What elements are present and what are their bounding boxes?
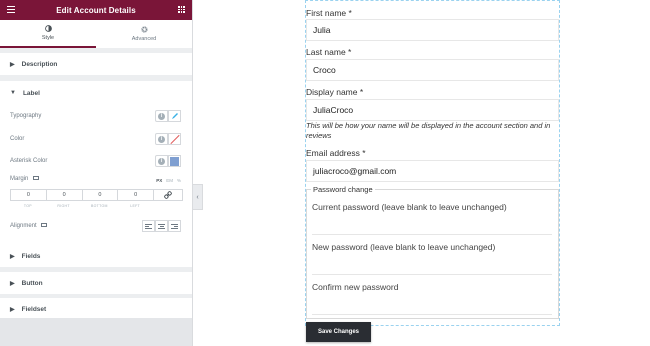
chevron-left-icon: ‹	[196, 193, 199, 201]
alignment-label: Alignment	[10, 223, 48, 229]
align-center-icon	[158, 223, 165, 229]
global-color-button[interactable]: i	[155, 133, 168, 145]
email-label: Email address *	[306, 148, 366, 158]
editor-panel: Edit Account Details Style Advanced ▶ De…	[0, 0, 193, 346]
margin-right-label: RIGHT	[57, 204, 70, 208]
align-left-button[interactable]	[142, 220, 155, 232]
confirm-password-label: Confirm new password	[312, 282, 399, 292]
margin-left-label: LEFT	[130, 204, 140, 208]
globe-icon: i	[158, 112, 165, 120]
typography-label: Typography	[10, 113, 42, 119]
section-button[interactable]: ▶ Button	[0, 272, 192, 294]
hamburger-menu-icon[interactable]	[7, 6, 15, 13]
confirm-password-input[interactable]	[312, 314, 552, 315]
edit-typography-button[interactable]	[168, 110, 181, 122]
gear-icon	[140, 26, 148, 33]
display-name-input[interactable]: JuliaCroco	[306, 99, 559, 121]
globe-icon: i	[158, 135, 165, 143]
unit-percent[interactable]: %	[177, 178, 181, 183]
password-legend: Password change	[311, 185, 375, 194]
save-changes-button[interactable]: Save Changes	[306, 322, 371, 342]
tab-style[interactable]: Style	[0, 20, 96, 48]
margin-inputs: 0 0 0 0	[10, 189, 183, 201]
align-right-button[interactable]	[168, 220, 181, 232]
first-name-input[interactable]: Julia	[306, 19, 559, 41]
new-password-input[interactable]	[312, 274, 552, 275]
color-picker-button[interactable]	[168, 133, 181, 145]
color-label: Color	[10, 136, 25, 142]
section-description-label: Description	[21, 60, 58, 68]
margin-label: Margin	[10, 176, 40, 182]
alignment-label-text: Alignment	[10, 223, 37, 229]
caret-right-icon: ▶	[10, 61, 15, 68]
section-fields-label: Fields	[21, 252, 41, 260]
globe-icon: i	[158, 157, 165, 165]
current-password-label: Current password (leave blank to leave u…	[312, 202, 507, 212]
unit-em[interactable]: EM	[166, 178, 173, 183]
align-left-icon	[145, 223, 152, 229]
margin-label-text: Margin	[10, 176, 29, 182]
typography-controls: i	[155, 110, 181, 122]
asterisk-color-picker-button[interactable]	[168, 155, 181, 167]
global-asterisk-color-button[interactable]: i	[155, 155, 168, 167]
align-center-button[interactable]	[155, 220, 168, 232]
widgets-grid-icon[interactable]	[178, 6, 185, 13]
global-typography-button[interactable]: i	[155, 110, 168, 122]
desktop-icon[interactable]	[33, 176, 40, 181]
display-name-label: Display name *	[306, 87, 364, 97]
section-fieldset-label: Fieldset	[21, 305, 47, 313]
unit-px[interactable]: PX	[156, 178, 162, 183]
collapse-panel-button[interactable]: ‹	[193, 184, 203, 210]
no-color-icon	[170, 135, 179, 144]
margin-bottom-input[interactable]: 0	[81, 189, 118, 201]
link-icon	[164, 191, 172, 199]
panel-tabs: Style Advanced	[0, 20, 192, 48]
panel-footer	[0, 318, 192, 346]
alignment-controls	[142, 220, 181, 232]
margin-side-labels: TOP RIGHT BOTTOM LEFT	[10, 204, 153, 208]
pencil-icon	[171, 113, 178, 119]
margin-left-input[interactable]: 0	[117, 189, 153, 201]
caret-down-icon: ▼	[10, 90, 16, 96]
last-name-label: Last name *	[306, 47, 352, 57]
margin-right-input[interactable]: 0	[45, 189, 82, 201]
caret-right-icon: ▶	[10, 253, 15, 260]
desktop-icon[interactable]	[41, 223, 48, 228]
asterisk-color-controls: i	[155, 155, 181, 167]
tab-advanced[interactable]: Advanced	[96, 20, 192, 48]
margin-top-label: TOP	[23, 204, 32, 208]
last-name-input[interactable]: Croco	[306, 59, 559, 81]
section-fieldset[interactable]: ▶ Fieldset	[0, 298, 192, 320]
section-button-label: Button	[21, 279, 43, 287]
email-input[interactable]: juliacroco@gmail.com	[306, 160, 559, 182]
new-password-label: New password (leave blank to leave uncha…	[312, 242, 496, 252]
align-right-icon	[171, 223, 178, 229]
margin-top-input[interactable]: 0	[10, 189, 46, 201]
panel-header: Edit Account Details	[0, 0, 192, 20]
section-label-header[interactable]: ▼ Label	[0, 81, 192, 105]
tab-advanced-label: Advanced	[131, 36, 157, 42]
caret-right-icon: ▶	[10, 306, 15, 313]
section-fields[interactable]: ▶ Fields	[0, 245, 192, 267]
unit-switcher: PX EM %	[156, 178, 181, 183]
asterisk-color-label: Asterisk Color	[10, 158, 48, 164]
color-controls: i	[155, 133, 181, 145]
first-name-label: First name *	[306, 8, 352, 18]
caret-right-icon: ▶	[10, 280, 15, 287]
display-name-hint: This will be how your name will be displ…	[306, 121, 551, 140]
margin-bottom-label: BOTTOM	[91, 204, 108, 208]
tab-style-label: Style	[41, 35, 55, 41]
current-password-input[interactable]	[312, 234, 552, 235]
section-description[interactable]: ▶ Description	[0, 53, 192, 75]
color-swatch	[170, 156, 179, 166]
contrast-icon	[44, 25, 52, 32]
link-values-button[interactable]	[153, 189, 183, 201]
section-label-label: Label	[22, 89, 40, 97]
panel-title: Edit Account Details	[56, 5, 136, 15]
